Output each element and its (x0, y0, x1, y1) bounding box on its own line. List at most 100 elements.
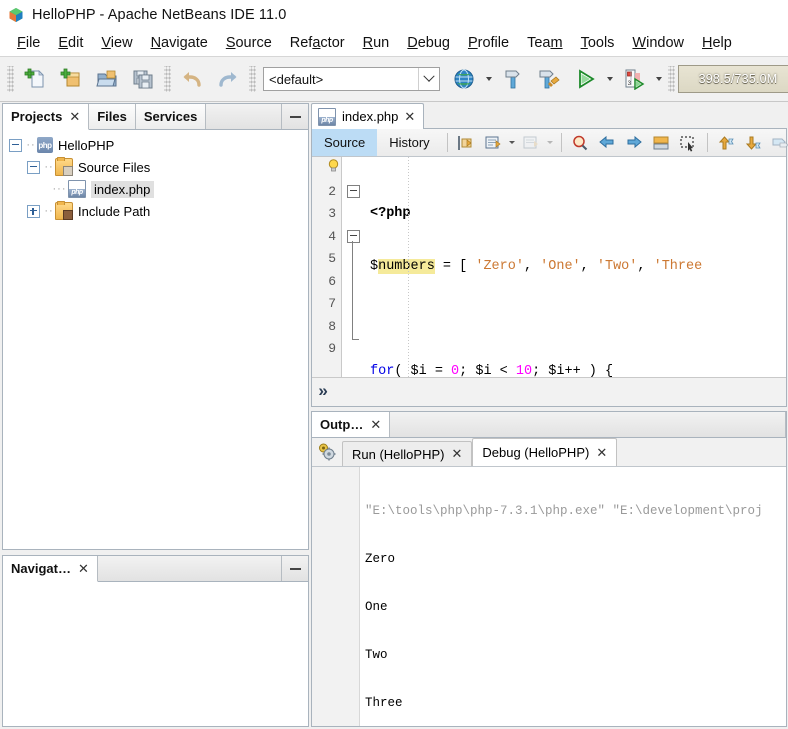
menu-bar: File Edit View Navigate Source Refactor … (0, 30, 788, 57)
collapse-toggle-icon[interactable] (27, 160, 40, 174)
menu-file[interactable]: File (8, 33, 49, 53)
expand-chevron-icon[interactable]: » (318, 383, 328, 402)
memory-gauge[interactable]: 398.5/735.0M (678, 65, 788, 93)
shift-line-up-icon[interactable] (713, 129, 740, 156)
browser-button[interactable] (446, 61, 482, 97)
fold-toggle-line2[interactable] (347, 185, 360, 198)
comment-dropdown-arrow[interactable] (507, 129, 518, 156)
tab-navigator[interactable]: Navigat… ✕ (3, 556, 98, 582)
new-project-button[interactable] (53, 61, 89, 97)
hint-bulb-icon[interactable] (312, 158, 341, 181)
window-title: HelloPHP - Apache NetBeans IDE 11.0 (32, 7, 287, 23)
toolbar-grip-2[interactable] (164, 66, 171, 92)
code-line-4: for( $i = 0; $i < 10; $i++ ) { (370, 363, 614, 378)
code-line-1: <?php (370, 206, 411, 221)
minimize-projects-button[interactable] (282, 104, 308, 129)
editor-toolbar: Source History (312, 129, 788, 157)
uncomment-icon[interactable] (518, 129, 545, 156)
menu-profile[interactable]: Profile (459, 33, 518, 53)
rectangular-selection-icon[interactable] (675, 129, 702, 156)
close-icon[interactable]: ✕ (451, 446, 462, 462)
svg-text:3: 3 (628, 80, 632, 87)
shift-line-down-icon[interactable] (740, 129, 767, 156)
tabstrip-filler (390, 412, 786, 437)
tree-row-index-php[interactable]: ··· php index.php (3, 178, 308, 200)
editor-area: php index.php ✕ Source History 2 3 4 5 6… (311, 103, 788, 407)
tree-row-hellophp[interactable]: ·· php HelloPHP (3, 134, 308, 156)
fold-toggle-line4[interactable] (347, 230, 360, 243)
tab-source[interactable]: Source (312, 129, 378, 156)
line-number: 4 (328, 228, 336, 244)
menu-navigate[interactable]: Navigate (142, 33, 217, 53)
code-fold-column[interactable] (342, 157, 364, 377)
menu-source[interactable]: Source (217, 33, 281, 53)
toolbar-grip-3[interactable] (249, 66, 256, 92)
output-subtab-debug[interactable]: Debug (HelloPHP) ✕ (472, 438, 618, 466)
line-number: 6 (328, 273, 336, 289)
close-icon[interactable]: ✕ (69, 109, 80, 125)
toolbar-grip[interactable] (7, 66, 14, 92)
next-bookmark-icon[interactable] (621, 129, 648, 156)
clean-build-button[interactable] (531, 61, 567, 97)
document-tab-index-php[interactable]: php index.php ✕ (311, 103, 425, 129)
tab-services[interactable]: Services (135, 104, 207, 129)
menu-run[interactable]: Run (354, 33, 399, 53)
minimize-navigator-button[interactable] (282, 556, 308, 581)
menu-tools[interactable]: Tools (572, 33, 624, 53)
indent-guide (408, 157, 409, 377)
menu-refactor[interactable]: Refactor (281, 33, 354, 53)
output-panel: Run (HelloPHP) ✕ Debug (HelloPHP) ✕ "E:\… (311, 437, 787, 727)
uncomment-dropdown-arrow[interactable] (545, 129, 556, 156)
separator (446, 133, 448, 152)
close-icon[interactable]: ✕ (596, 445, 607, 461)
tab-files[interactable]: Files (89, 104, 136, 129)
undo-button[interactable] (174, 61, 210, 97)
debug-dropdown-arrow[interactable] (652, 62, 665, 96)
save-all-button[interactable] (125, 61, 161, 97)
menu-edit[interactable]: Edit (49, 33, 92, 53)
code-text[interactable]: <?php $numbers = [ 'Zero', 'One', 'Two',… (364, 157, 786, 377)
tree-label: index.php (91, 180, 155, 198)
menu-window[interactable]: Window (623, 33, 693, 53)
output-gear-icon (312, 438, 342, 466)
menu-debug[interactable]: Debug (398, 33, 459, 53)
toggle-comment-icon[interactable] (480, 129, 507, 156)
close-icon[interactable]: ✕ (78, 561, 89, 577)
separator (706, 133, 708, 152)
expand-toggle-icon[interactable] (27, 204, 40, 218)
new-file-button[interactable] (17, 61, 53, 97)
output-subtab-run[interactable]: Run (HelloPHP) ✕ (342, 441, 473, 466)
line-number: 5 (328, 251, 336, 266)
code-area[interactable]: 2 3 4 5 6 7 8 9 <?php $numbers = ['Zero… (312, 157, 786, 377)
run-button[interactable] (567, 61, 603, 97)
close-icon[interactable]: ✕ (370, 417, 381, 433)
shift-line-left-icon[interactable] (767, 129, 788, 156)
menu-help[interactable]: Help (693, 33, 741, 53)
tree-row-source-files[interactable]: ·· Source Files (3, 156, 308, 178)
line-number: 8 (328, 318, 336, 334)
browser-dropdown-arrow[interactable] (482, 62, 495, 96)
previous-bookmark-icon[interactable] (594, 129, 621, 156)
output-body[interactable]: "E:\tools\php\php-7.3.1\php.exe" "E:\dev… (312, 467, 786, 726)
menu-team[interactable]: Team (518, 33, 571, 53)
tab-projects[interactable]: Projects ✕ (3, 104, 90, 130)
redo-button[interactable] (210, 61, 246, 97)
menu-view[interactable]: View (92, 33, 141, 53)
tab-source-label: Source (324, 135, 366, 150)
tab-history[interactable]: History (377, 129, 441, 156)
output-text[interactable]: "E:\tools\php\php-7.3.1\php.exe" "E:\dev… (360, 467, 786, 726)
open-project-button[interactable] (89, 61, 125, 97)
toggle-bookmark-icon[interactable] (648, 129, 675, 156)
build-button[interactable] (495, 61, 531, 97)
run-dropdown-arrow[interactable] (603, 62, 616, 96)
project-config-combo[interactable]: <default> (263, 67, 440, 91)
debug-button[interactable]: 3 (616, 61, 652, 97)
toolbar-grip-4[interactable] (668, 66, 675, 92)
find-selection-icon[interactable] (567, 129, 594, 156)
close-icon[interactable]: ✕ (404, 109, 415, 125)
tree-row-include-path[interactable]: ·· Include Path (3, 200, 308, 222)
collapse-toggle-icon[interactable] (9, 138, 22, 152)
tab-output[interactable]: Outp… ✕ (312, 412, 391, 438)
last-edit-icon[interactable] (453, 129, 480, 156)
chevron-down-icon[interactable] (418, 68, 439, 90)
